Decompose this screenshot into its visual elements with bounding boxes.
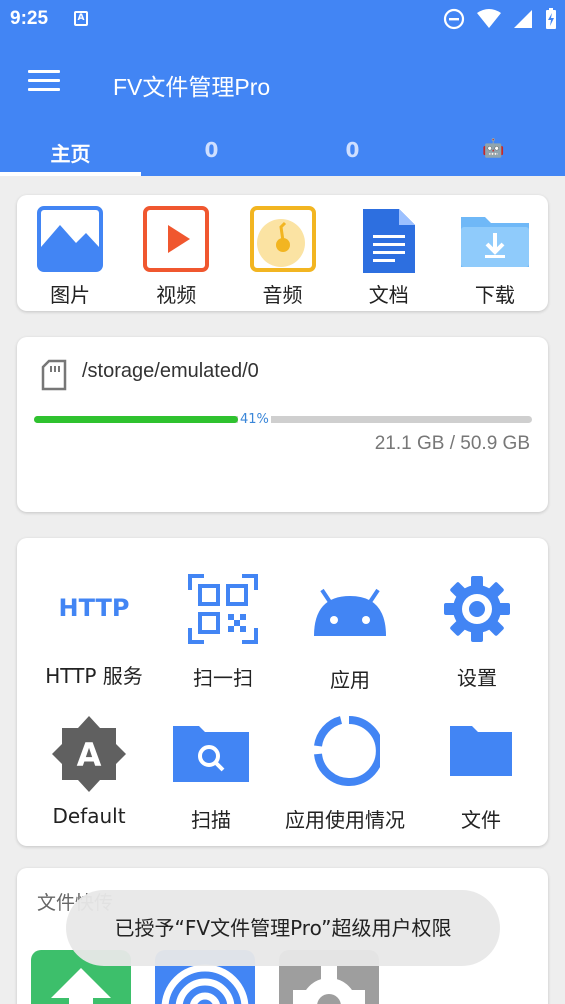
tool-label: 扫描 [191,808,231,832]
category-label: 图片 [50,283,91,307]
tool-label: 应用 [330,668,370,692]
category-label: 音频 [262,283,303,307]
tool-app-usage[interactable]: 应用使用情况 [279,716,411,833]
document-icon [362,209,415,273]
category-audio[interactable]: 音频 [229,195,335,311]
category-label: 文档 [368,283,409,307]
category-downloads[interactable]: 下载 [442,195,548,311]
tool-theme-default[interactable]: A Default [39,714,139,828]
tool-label: 应用使用情况 [285,808,405,832]
menu-line-icon [28,79,60,82]
video-icon [143,206,210,272]
theme-icon-text: A [77,736,102,774]
tool-scan-files[interactable]: 扫描 [161,718,261,833]
tool-label: HTTP 服务 [45,664,143,688]
menu-button[interactable] [28,70,60,92]
tab-bar: 主页 0 0 🤖 [0,126,565,176]
storage-size-text: 21.1 GB / 50.9 GB [374,433,530,454]
theme-icon: A [52,716,126,792]
download-folder-icon [460,217,529,267]
menu-line-icon [28,88,60,91]
http-icon: HTTP [59,594,130,622]
search-folder-icon [173,726,249,782]
do-not-disturb-icon [443,8,465,30]
tool-label: Default [52,804,126,828]
category-card: 图片 视频 音频 文档 下载 [17,195,548,311]
storage-usage-percent: 41% [238,412,271,427]
signal-icon [514,10,532,28]
tab-second[interactable]: 0 [141,126,282,176]
app-bar: FV文件管理Pro [0,38,565,126]
status-bar: 9:25 A [0,0,565,38]
http-icon-text: HTTP [59,594,130,622]
audio-icon [249,206,316,272]
tool-label: 文件 [461,808,501,832]
toast-message: 已授予“FV文件管理Pro”超级用户权限 [66,890,500,966]
category-label: 视频 [156,283,197,307]
storage-path: /storage/emulated/0 [82,360,259,382]
menu-line-icon [28,70,60,73]
tab-third[interactable]: 0 [282,126,423,176]
category-videos[interactable]: 视频 [123,195,229,311]
category-label: 下载 [474,283,515,307]
tool-label: 扫一扫 [193,666,253,690]
sd-card-icon [41,359,67,391]
category-images[interactable]: 图片 [17,195,123,311]
tools-card: HTTP HTTP 服务 扫一扫 应用 设置 A Default 扫描 应用使用… [17,538,548,846]
tool-label: 设置 [457,666,497,690]
battery-icon [546,8,556,29]
tab-home[interactable]: 主页 [0,126,141,176]
tool-http-service[interactable]: HTTP HTTP 服务 [41,578,147,689]
app-title: FV文件管理Pro [113,74,271,100]
qr-code-icon [188,574,258,644]
notification-a-icon: A [74,11,88,26]
tool-apps[interactable]: 应用 [300,588,400,693]
category-documents[interactable]: 文档 [336,195,442,311]
tool-scan-qr[interactable]: 扫一扫 [173,574,273,691]
storage-usage-bar [34,416,532,423]
gear-icon [444,576,510,642]
wifi-icon [477,9,501,28]
tab-root[interactable]: 🤖 [423,126,564,176]
android-icon [314,588,386,636]
status-time: 9:25 [10,8,49,29]
tool-files[interactable]: 文件 [431,722,531,833]
image-icon [37,206,104,272]
storage-card[interactable]: /storage/emulated/0 41% 21.1 GB / 50.9 G… [17,337,548,512]
storage-usage-fill [34,416,239,423]
status-icons [443,8,557,30]
folder-icon [450,726,512,776]
usage-ring-icon [314,716,380,786]
tool-settings[interactable]: 设置 [427,574,527,691]
